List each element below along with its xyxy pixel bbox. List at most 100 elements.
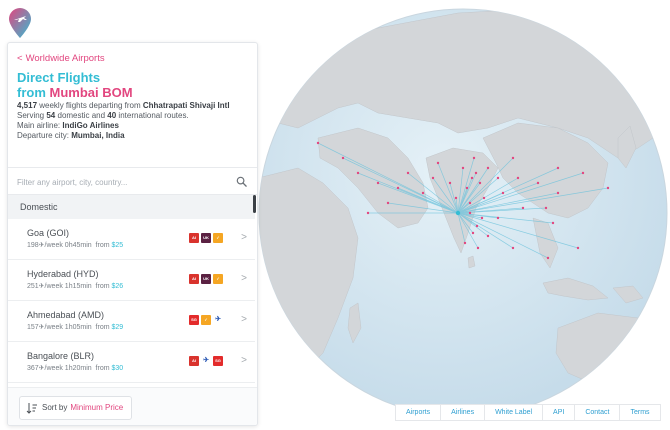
destination-dot[interactable] — [461, 166, 465, 170]
destination-dot[interactable] — [496, 176, 500, 180]
destination-dot[interactable] — [511, 156, 515, 160]
destination-dot[interactable] — [386, 201, 390, 205]
destination-dot[interactable] — [366, 211, 370, 215]
destination-dot[interactable] — [474, 171, 478, 175]
destination-dot[interactable] — [463, 241, 467, 245]
destination-dot[interactable] — [406, 171, 410, 175]
chevron-right-icon: > — [241, 314, 247, 325]
footer-link-airports[interactable]: Airports — [396, 405, 442, 420]
route-frequency: 251✈/week — [27, 283, 63, 290]
route-price: $29 — [111, 324, 124, 331]
route-from-label: from — [95, 242, 112, 249]
serving-mid: domestic and — [55, 111, 108, 120]
destination-dot[interactable] — [556, 166, 560, 170]
sort-icon — [26, 403, 37, 414]
destination-dot[interactable] — [486, 234, 490, 238]
flights-count: 4,517 — [17, 101, 38, 110]
destination-dot[interactable] — [478, 181, 482, 185]
destination-dot[interactable] — [465, 186, 469, 190]
destination-dot[interactable] — [480, 216, 484, 220]
route-row[interactable]: Ahmedabad (AMD) 157✈/week 1h05min from $2… — [8, 301, 255, 342]
destination-dot[interactable] — [470, 176, 474, 180]
destination-dot[interactable] — [501, 191, 505, 195]
sort-button[interactable]: Sort by Minimum Price — [19, 396, 133, 420]
destination-dot[interactable] — [396, 186, 400, 190]
filter-input[interactable] — [17, 174, 227, 190]
route-row[interactable]: Bangalore (BLR) 367✈/week 1h20min from $3… — [8, 342, 255, 383]
footer-links: Airports Airlines White Label API Contac… — [395, 404, 661, 421]
footer-link-airlines[interactable]: Airlines — [441, 405, 486, 420]
route-duration: 1h05min — [64, 324, 92, 331]
route-airlines: SG ✓ ✈ — [189, 315, 223, 325]
destination-dot[interactable] — [556, 191, 560, 195]
route-from-label: from — [95, 365, 112, 372]
search-icon[interactable] — [236, 176, 247, 187]
logo-icon[interactable] — [7, 7, 33, 39]
destination-dot[interactable] — [341, 156, 345, 160]
route-duration: 1h20min — [64, 365, 92, 372]
destination-dot[interactable] — [356, 171, 360, 175]
serving-suffix: international routes. — [116, 111, 189, 120]
vistara-logo-icon: UK — [201, 274, 211, 284]
destination-dot[interactable] — [468, 211, 472, 215]
sort-value: Minimum Price — [70, 403, 124, 412]
spicejet-logo-icon: SG — [213, 356, 223, 366]
route-from-label: from — [95, 324, 112, 331]
destination-dot[interactable] — [448, 181, 452, 185]
destination-dot[interactable] — [606, 186, 610, 190]
air-india-logo-icon: AI — [189, 356, 199, 366]
back-link-worldwide-airports[interactable]: < Worldwide Airports — [17, 53, 105, 64]
destination-dot[interactable] — [468, 201, 472, 205]
international-count: 40 — [107, 111, 117, 120]
route-row[interactable]: Hyderabad (HYD) 251✈/week 1h15min from $2… — [8, 260, 255, 301]
destination-dot[interactable] — [576, 246, 580, 250]
destination-dot[interactable] — [546, 256, 550, 260]
destination-dot[interactable] — [496, 216, 500, 220]
footer-link-contact[interactable]: Contact — [575, 405, 621, 420]
indigo-logo-icon: ✓ — [213, 233, 223, 243]
destination-dot[interactable] — [482, 196, 486, 200]
destination-dot[interactable] — [436, 161, 440, 165]
destination-dot[interactable] — [472, 156, 476, 160]
destination-dot[interactable] — [316, 141, 320, 145]
route-meta: 367✈/week 1h20min from $30 — [27, 364, 123, 372]
chevron-right-icon: > — [241, 355, 247, 366]
footer-link-white-label[interactable]: White Label — [485, 405, 544, 420]
flights-text: weekly flights departing from — [37, 101, 143, 110]
section-header-domestic: Domestic — [8, 195, 255, 219]
destination-dot[interactable] — [536, 181, 540, 185]
destination-dot[interactable] — [544, 206, 548, 210]
title-from: from — [17, 85, 50, 100]
destination-dot[interactable] — [516, 176, 520, 180]
route-frequency: 198✈/week — [27, 242, 63, 249]
route-name: Bangalore (BLR) — [27, 351, 95, 361]
destination-dot[interactable] — [511, 246, 515, 250]
route-duration: 0h45min — [64, 242, 92, 249]
destination-dot[interactable] — [454, 196, 458, 200]
destination-dot[interactable] — [376, 181, 380, 185]
destination-dot[interactable] — [475, 224, 479, 228]
indigo-logo-icon: ✓ — [201, 315, 211, 325]
scrollbar[interactable] — [253, 195, 256, 213]
destination-dot[interactable] — [486, 166, 490, 170]
destination-dot[interactable] — [521, 206, 525, 210]
route-row[interactable]: Goa (GOI) 198✈/week 0h45min from $25 AI UK ✓… — [8, 219, 255, 260]
destination-dot[interactable] — [581, 171, 585, 175]
destination-dot[interactable] — [421, 191, 425, 195]
vistara-logo-icon: UK — [201, 233, 211, 243]
globe-map[interactable] — [258, 8, 668, 418]
route-name: Goa (GOI) — [27, 228, 70, 238]
destination-dot[interactable] — [476, 246, 480, 250]
route-airlines: AI UK ✓ — [189, 274, 223, 284]
destination-dot[interactable] — [431, 176, 435, 180]
airport-info: 4,517 weekly flights departing from Chha… — [17, 101, 252, 141]
route-name: Ahmedabad (AMD) — [27, 310, 105, 320]
domestic-count: 54 — [46, 111, 56, 120]
route-airlines: AI ✈ SG — [189, 356, 223, 366]
destination-dot[interactable] — [551, 221, 555, 225]
footer-link-api[interactable]: API — [543, 405, 576, 420]
spicejet-logo-icon: SG — [189, 315, 199, 325]
footer-link-terms[interactable]: Terms — [620, 405, 659, 420]
destination-dot[interactable] — [471, 231, 475, 235]
goair-logo-icon: ✈ — [201, 356, 211, 366]
